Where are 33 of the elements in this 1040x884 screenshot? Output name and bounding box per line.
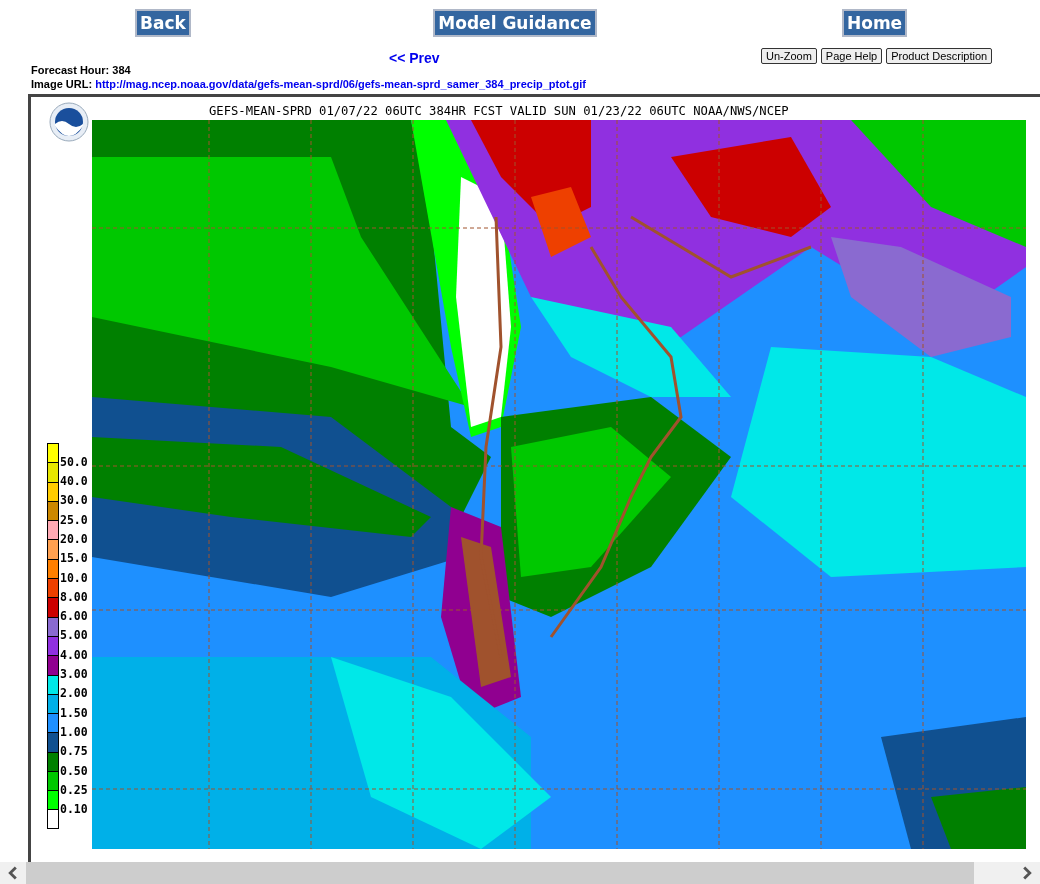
legend-label: 3.00 (60, 669, 88, 681)
scroll-left-icon[interactable] (6, 866, 20, 880)
legend-label: 0.50 (60, 765, 88, 778)
tool-button[interactable]: Product Description (886, 47, 993, 64)
tool-button[interactable]: Page Help (820, 47, 883, 64)
legend-label: 5.00 (60, 630, 88, 642)
legend-label: 10.0 (60, 572, 88, 585)
legend-label: 8.00 (60, 591, 88, 604)
legend-label: 20.0 (60, 534, 88, 546)
nav-button[interactable]: Back (135, 9, 191, 37)
map-title: GEFS-MEAN-SPRD 01/07/22 06UTC 384HR FCST VALID SUN 01/23/22 06UTC NOAA/NWS/NCEP (209, 104, 789, 118)
legend-label: 1.50 (60, 707, 88, 720)
legend-label: 30.0 (60, 495, 88, 507)
legend-label: 40.0 (60, 476, 88, 488)
legend-label: 1.00 (60, 726, 88, 739)
forecast-hour-text: Forecast Hour: 384 (31, 64, 131, 76)
legend-label: 50.0 (60, 456, 88, 469)
image-url-label: Image URL: (31, 78, 93, 90)
nav-button[interactable]: Home (842, 9, 908, 37)
image-url-link[interactable]: http://mag.ncep.noaa.gov/data/gefs-mean-sprd/06/gefs-mean-sprd_samer_384_precip_ptot.gif (95, 78, 587, 90)
legend-label: 0.75 (60, 746, 88, 758)
legend-label: 0.10 (60, 804, 88, 816)
prev-link[interactable]: << Prev (389, 49, 440, 66)
legend-label: 0.25 (60, 784, 88, 797)
legend-label: 15.0 (60, 553, 88, 565)
scroll-right-icon[interactable] (1020, 866, 1034, 880)
logo-icon (49, 102, 89, 142)
tool-button[interactable]: Un-Zoom (761, 47, 817, 64)
legend-label: 25.0 (60, 514, 88, 527)
legend-label: 2.00 (60, 688, 88, 700)
legend-label: 4.00 (60, 649, 88, 662)
legend-label: 6.00 (60, 611, 88, 623)
nav-button[interactable]: Model Guidance (433, 9, 597, 37)
